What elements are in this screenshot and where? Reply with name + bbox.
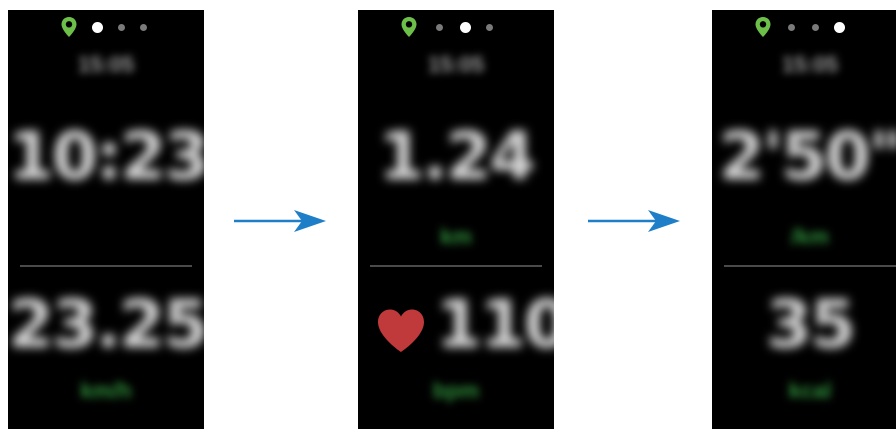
location-pin-icon <box>401 17 417 37</box>
watch-screen-2[interactable]: 15:05 1.24 km 110 bpm <box>358 10 554 429</box>
speed-value: 23.25 <box>8 286 204 363</box>
divider <box>724 265 896 267</box>
distance-unit: km <box>440 224 472 249</box>
page-indicator <box>358 16 554 38</box>
arrow-right-icon <box>588 210 680 232</box>
page-dot <box>788 24 795 31</box>
location-pin-icon <box>61 17 77 37</box>
clock-time: 15:05 <box>77 52 135 77</box>
page-dot <box>118 24 125 31</box>
pace-unit: /km <box>791 224 829 249</box>
speed-unit: km/h <box>80 378 132 403</box>
page-dot-active <box>460 22 471 33</box>
page-dot-active <box>834 22 845 33</box>
page-indicator <box>712 16 896 38</box>
page-indicator <box>8 16 204 38</box>
heart-rate-value: 110 <box>436 286 554 363</box>
page-dot <box>486 24 493 31</box>
calories-value: 35 <box>766 286 856 363</box>
pace-value: 2'50" <box>718 118 896 195</box>
clock-time: 15:05 <box>427 52 485 77</box>
watch-screen-3[interactable]: 15:05 2'50" /km 35 kcal <box>712 10 896 429</box>
page-dot <box>436 24 443 31</box>
duration-value: 10:23 <box>8 118 204 195</box>
clock-time: 15:05 <box>781 52 839 77</box>
watch-screen-1[interactable]: 15:05 10:23 23.25 km/h <box>8 10 204 429</box>
heart-icon <box>378 309 424 352</box>
location-pin-icon <box>755 17 771 37</box>
arrow-right-icon <box>234 210 326 232</box>
divider <box>370 265 542 267</box>
divider <box>20 265 192 267</box>
distance-value: 1.24 <box>378 118 536 195</box>
page-dot <box>812 24 819 31</box>
heart-rate-unit: bpm <box>432 378 480 403</box>
page-dot-active <box>92 22 103 33</box>
page-dot <box>140 24 147 31</box>
calories-unit: kcal <box>788 378 832 403</box>
